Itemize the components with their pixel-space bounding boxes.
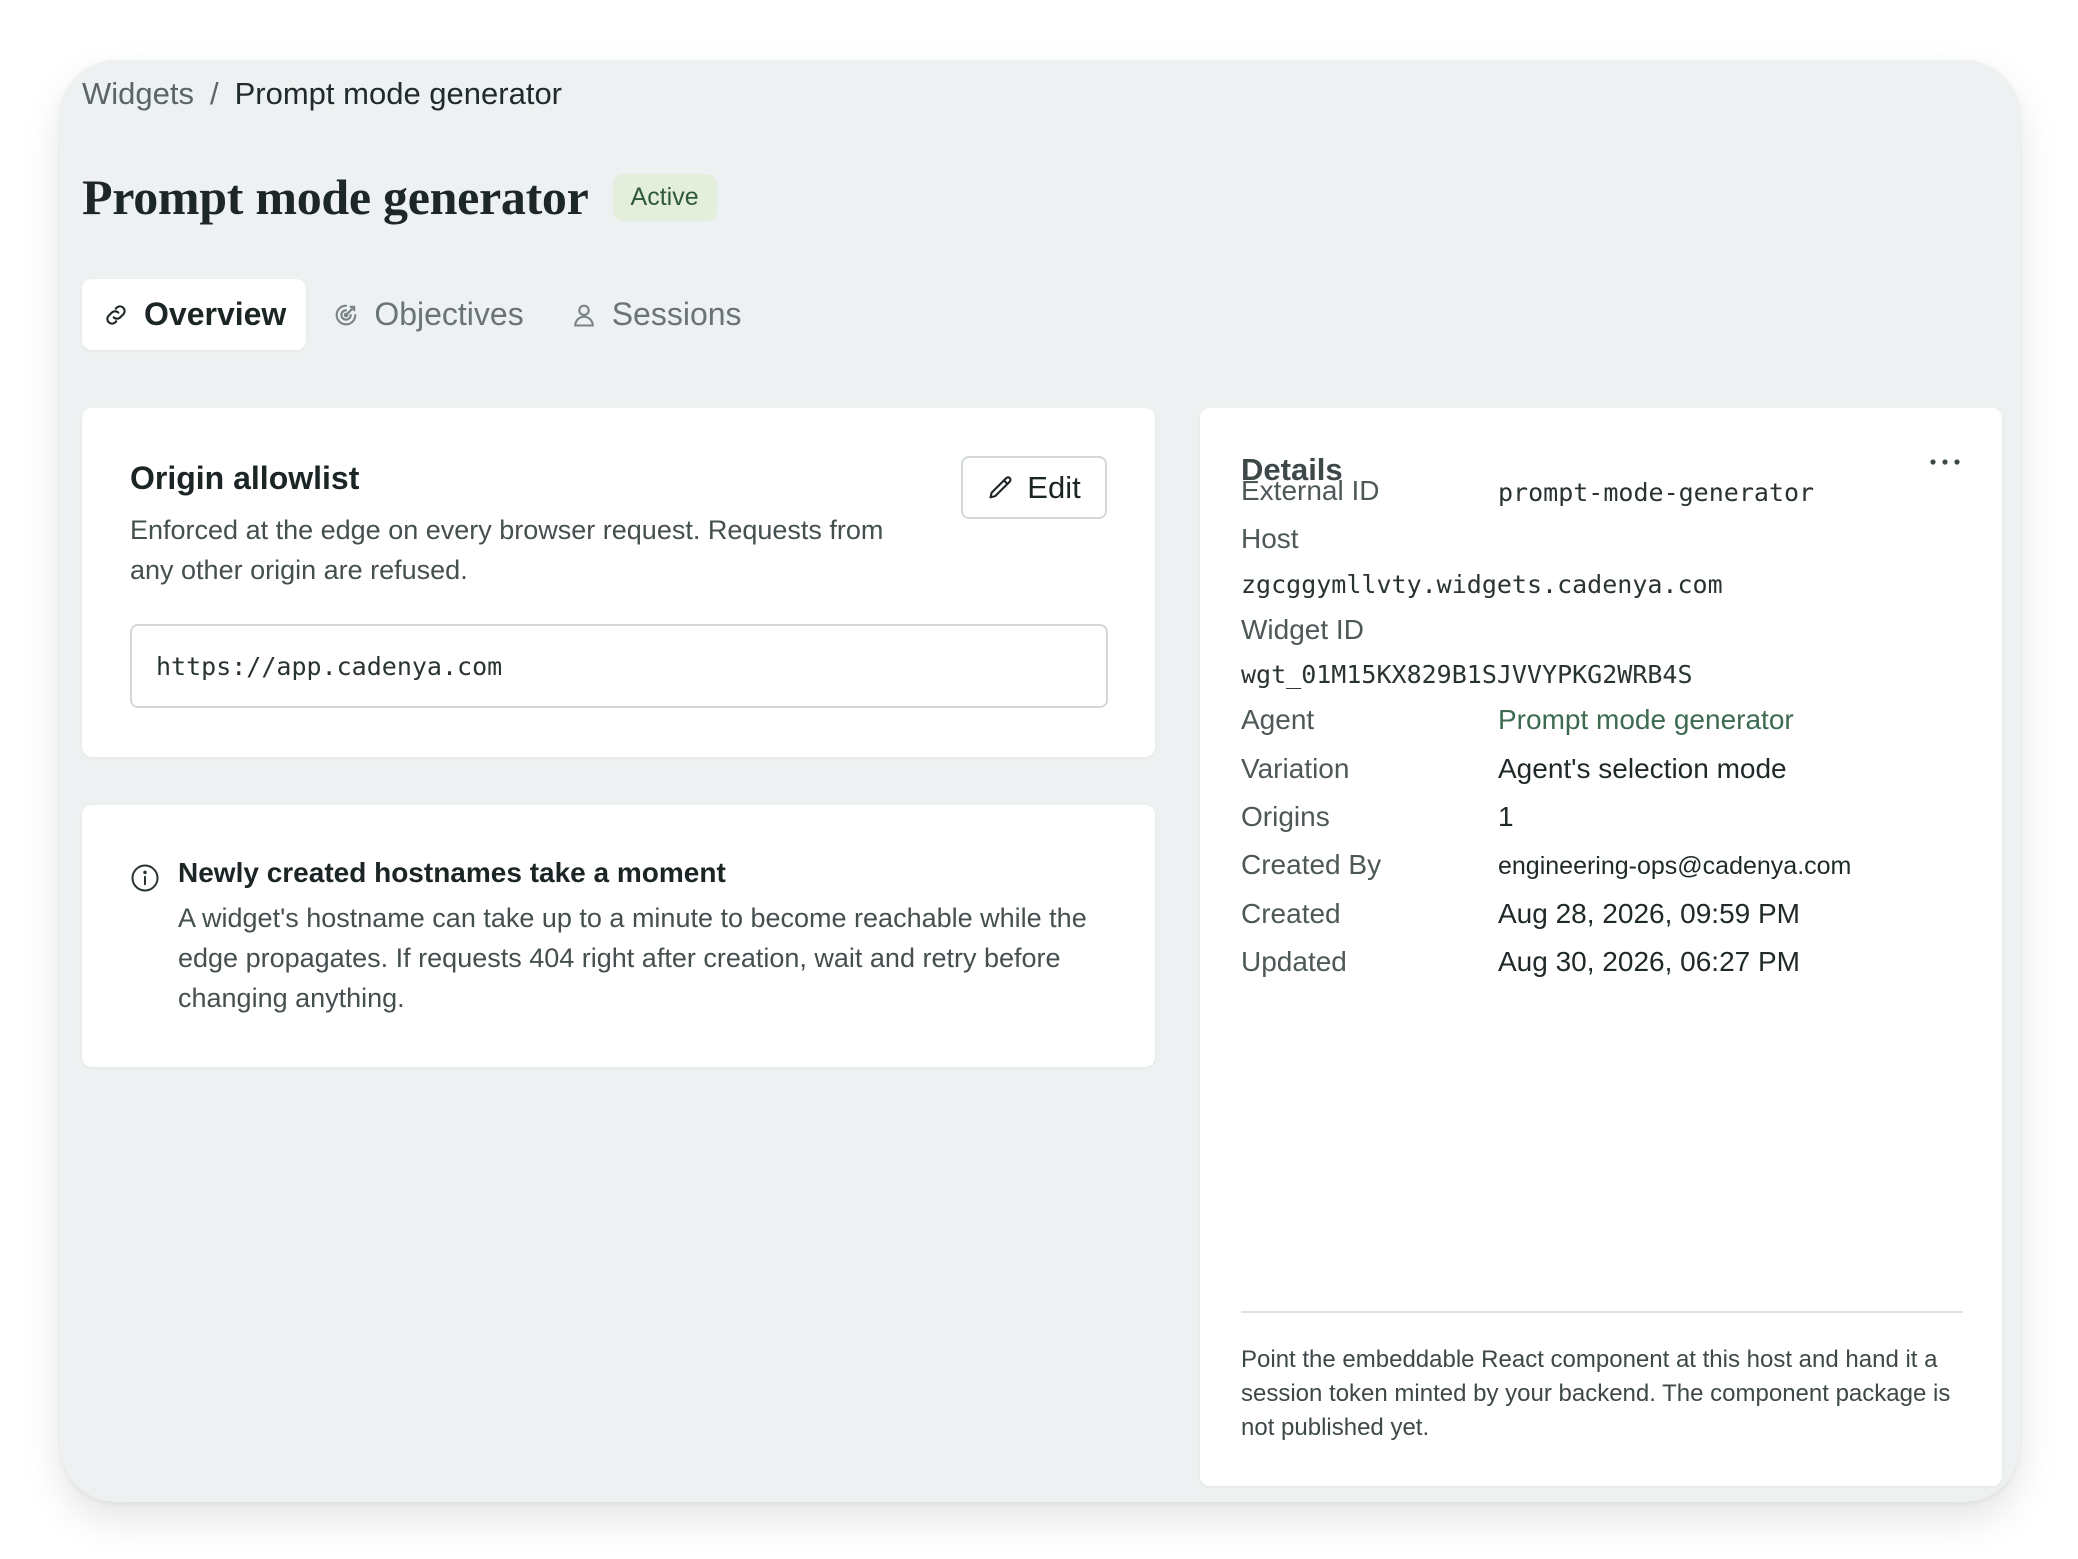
- origins-label: Origins: [1241, 801, 1330, 832]
- hostname-notice-card: Newly created hostnames take a moment A …: [82, 805, 1155, 1067]
- page-title: Prompt mode generator: [82, 169, 589, 225]
- external-id-value: prompt-mode-generator: [1498, 478, 1815, 507]
- created-value: Aug 28, 2026, 09:59 PM: [1498, 898, 1800, 929]
- pencil-icon: [989, 475, 1012, 498]
- details-divider: [1241, 1311, 1963, 1313]
- details-note: Point the embeddable React component at …: [1241, 1346, 1951, 1441]
- breadcrumb-separator: /: [209, 76, 219, 111]
- updated-label: Updated: [1241, 946, 1347, 977]
- edit-button[interactable]: Edit: [961, 456, 1107, 519]
- widget-id-label: Widget ID: [1241, 614, 1364, 645]
- tab-objectives[interactable]: Objectives: [312, 279, 543, 350]
- tab-sessions[interactable]: Sessions: [550, 279, 762, 350]
- notice-title: Newly created hostnames take a moment: [178, 857, 726, 888]
- tab-sessions-label: Sessions: [611, 296, 742, 332]
- origin-allowlist-card: Origin allowlist Enforced at the edge on…: [82, 408, 1155, 757]
- external-id-label: External ID: [1241, 475, 1380, 506]
- widget-id-value: wgt_01M15KX829B1SJVVYPKG2WRB4S: [1241, 660, 1693, 689]
- host-label: Host: [1241, 523, 1299, 554]
- link-icon: [106, 304, 126, 325]
- agent-link[interactable]: Prompt mode generator: [1498, 704, 1794, 736]
- tab-objectives-label: Objectives: [374, 296, 524, 332]
- breadcrumb-widgets-link[interactable]: Widgets: [82, 76, 194, 112]
- edit-button-label: Edit: [1027, 469, 1081, 505]
- app-window: Widgets / Prompt mode generator Prompt m…: [60, 60, 2020, 1502]
- user-icon: [573, 304, 594, 327]
- breadcrumb-current: Prompt mode generator: [234, 76, 563, 111]
- created-by-value: engineering-ops@cadenya.com: [1498, 852, 1852, 880]
- notice-body: A widget's hostname can take up to a min…: [178, 903, 1087, 1013]
- info-icon: [131, 864, 159, 892]
- tab-bar: Overview Objectives Sessions: [82, 279, 762, 350]
- breadcrumb: Widgets / Prompt mode generator: [82, 76, 562, 112]
- tab-overview-label: Overview: [144, 296, 287, 332]
- tab-overview[interactable]: Overview: [82, 279, 307, 350]
- title-row: Prompt mode generator Active: [82, 168, 717, 226]
- origin-field[interactable]: https://app.cadenya.com: [130, 624, 1108, 708]
- host-value: zgcggymllvty.widgets.cadenya.com: [1241, 570, 1723, 599]
- variation-label: Variation: [1241, 753, 1350, 784]
- details-card: Details External ID prompt-mode-generato…: [1200, 408, 2002, 1486]
- origins-value: 1: [1498, 801, 1514, 832]
- target-icon: [335, 304, 357, 325]
- variation-value: Agent's selection mode: [1498, 753, 1787, 784]
- status-badge: Active: [612, 173, 717, 221]
- created-by-label: Created By: [1241, 849, 1382, 880]
- updated-value: Aug 30, 2026, 06:27 PM: [1498, 946, 1800, 977]
- more-options-icon[interactable]: [1928, 452, 1962, 472]
- origin-allowlist-title: Origin allowlist: [130, 460, 360, 496]
- created-label: Created: [1241, 898, 1341, 929]
- origin-allowlist-description: Enforced at the edge on every browser re…: [130, 515, 884, 585]
- agent-label: Agent: [1241, 704, 1315, 735]
